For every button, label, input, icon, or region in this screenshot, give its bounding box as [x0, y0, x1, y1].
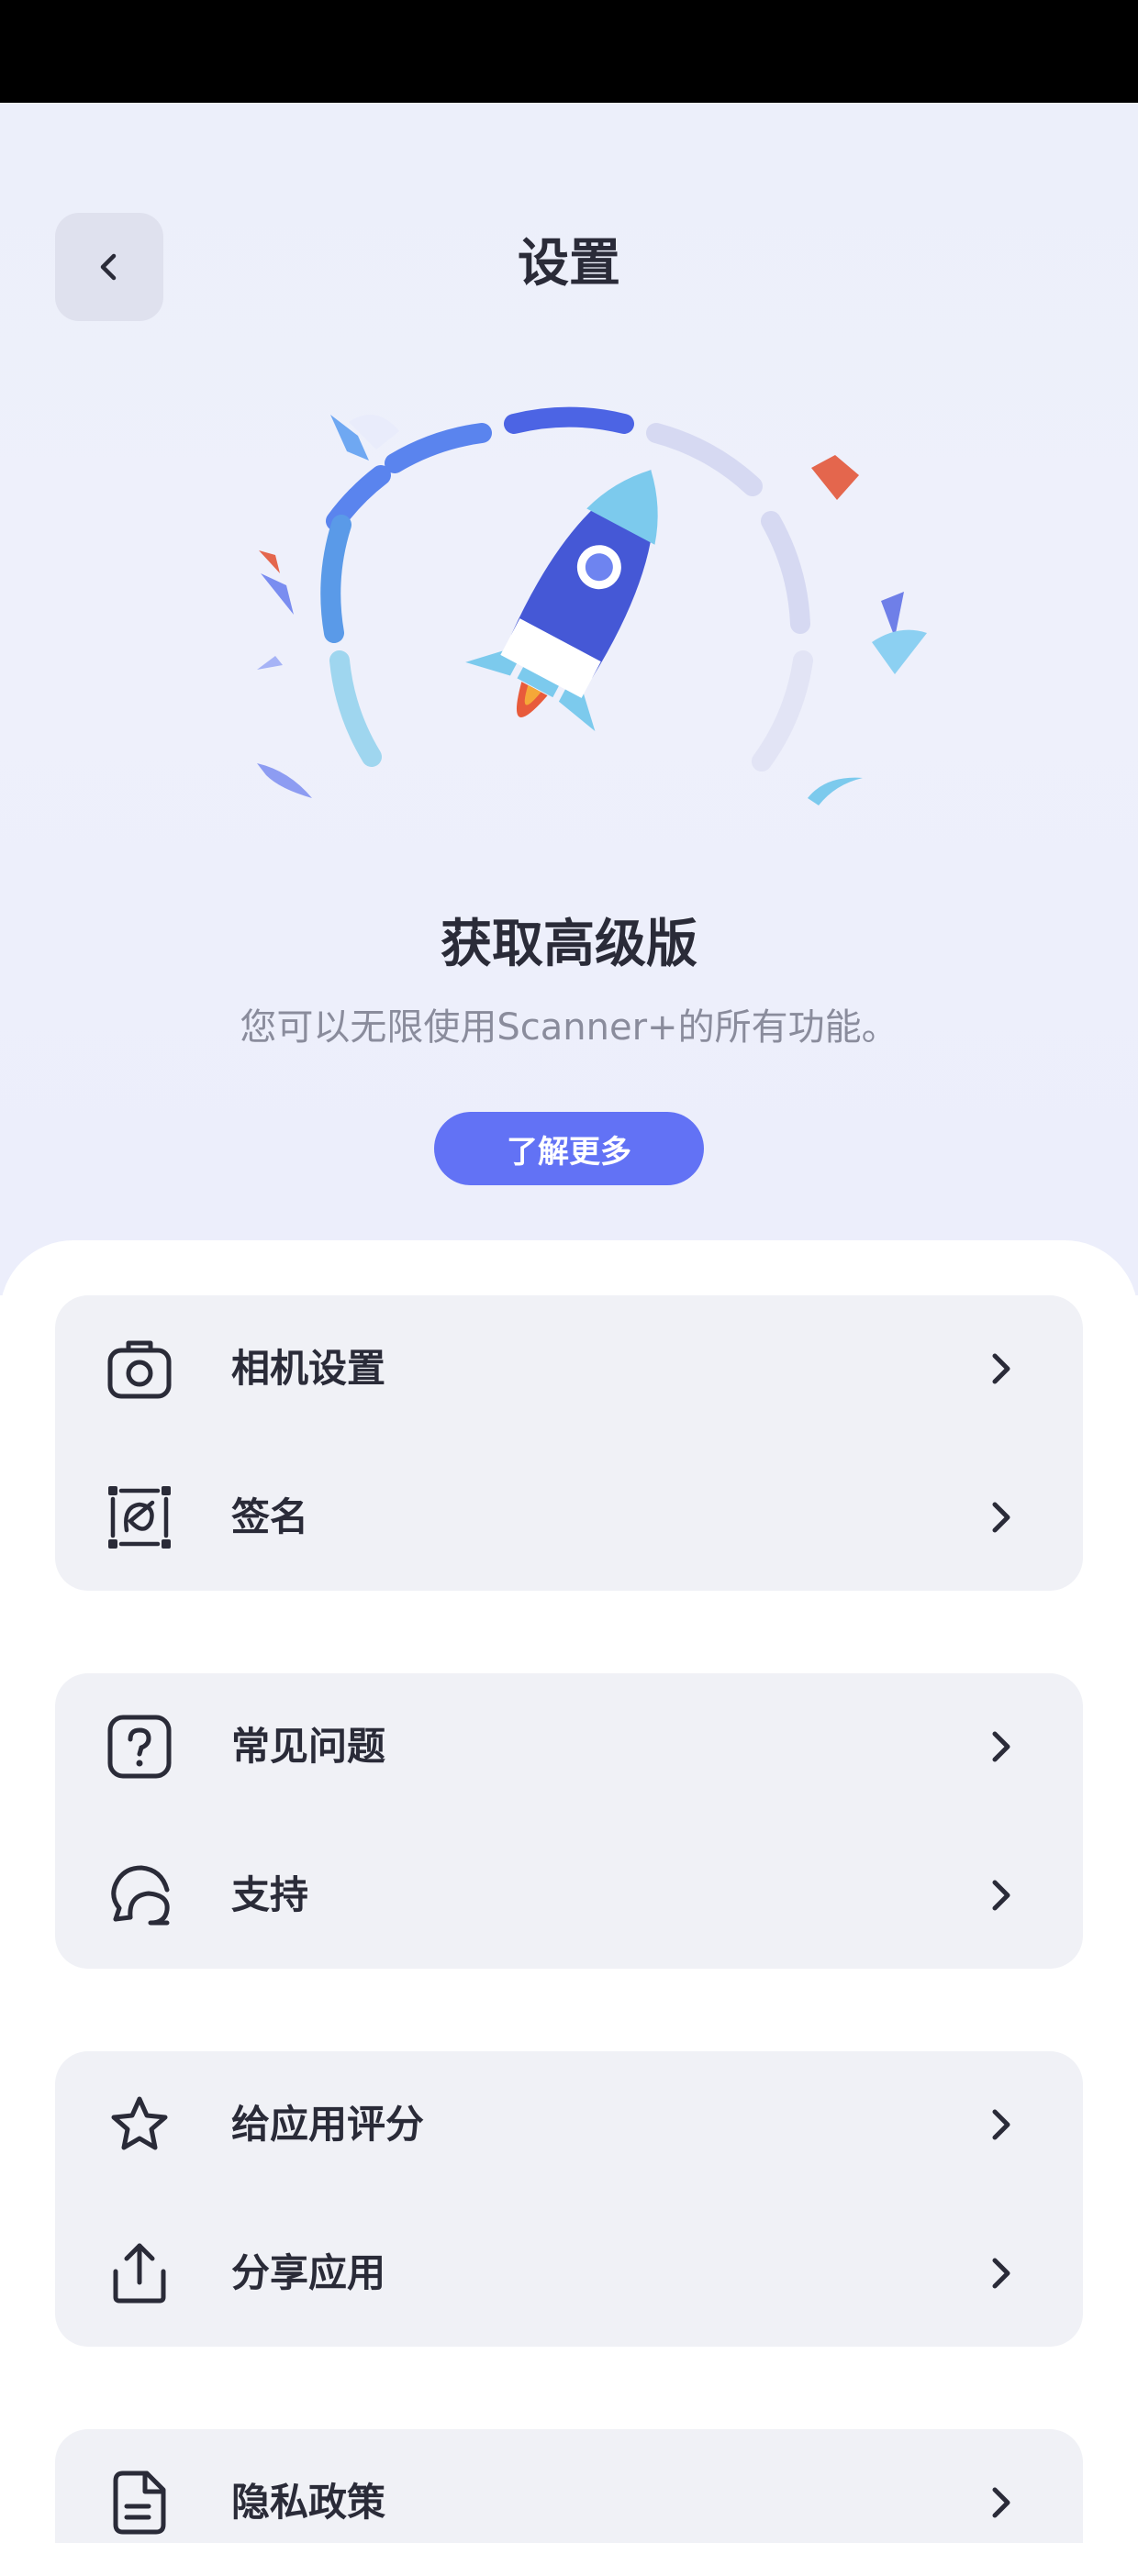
- settings-group: 相机设置 签名: [55, 1295, 1083, 1591]
- settings-group: 隐私政策: [55, 2429, 1083, 2543]
- chat-icon: [111, 1865, 170, 1926]
- star-icon: [111, 2096, 168, 2150]
- settings-item-label: 支持: [231, 1872, 309, 1917]
- share-icon: [113, 2243, 166, 2304]
- promo-subtitle: 您可以无限使用Scanner+的所有功能。: [240, 1006, 898, 1049]
- promo-title: 获取高级版: [441, 915, 697, 974]
- rocket-illustration: [257, 406, 927, 805]
- settings-item-support[interactable]: 支持: [55, 1822, 1083, 1969]
- settings-item-privacy-policy[interactable]: 隐私政策: [55, 2429, 1083, 2576]
- settings-group: 常见问题 支持: [55, 1673, 1083, 1969]
- settings-item-label: 隐私政策: [231, 2480, 386, 2525]
- settings-item-label: 给应用评分: [231, 2102, 425, 2147]
- chevron-right-icon: [992, 1880, 1010, 1911]
- document-icon: [113, 2471, 166, 2535]
- settings-item-rate-app[interactable]: 给应用评分: [55, 2051, 1083, 2198]
- learn-more-button[interactable]: 了解更多: [434, 1112, 704, 1185]
- settings-item-label: 签名: [231, 1494, 309, 1539]
- chevron-right-icon: [992, 2109, 1010, 2140]
- signature-icon: [108, 1486, 171, 1549]
- page-title: 设置: [518, 234, 620, 294]
- question-icon: [107, 1715, 172, 1779]
- settings-item-label: 相机设置: [231, 1346, 386, 1391]
- camera-icon: [107, 1340, 172, 1399]
- settings-item-camera[interactable]: 相机设置: [55, 1295, 1083, 1442]
- settings-item-label: 常见问题: [231, 1724, 386, 1769]
- status-bar: [0, 0, 1138, 103]
- settings-item-label: 分享应用: [231, 2250, 386, 2295]
- chevron-right-icon: [992, 1731, 1010, 1762]
- chevron-right-icon: [992, 1502, 1010, 1533]
- settings-group: 给应用评分 分享应用: [55, 2051, 1083, 2347]
- chevron-right-icon: [992, 2258, 1010, 2289]
- chevron-right-icon: [992, 1353, 1010, 1384]
- settings-item-faq[interactable]: 常见问题: [55, 1673, 1083, 1820]
- chevron-right-icon: [992, 2487, 1010, 2518]
- settings-item-share-app[interactable]: 分享应用: [55, 2200, 1083, 2347]
- settings-item-signature[interactable]: 签名: [55, 1444, 1083, 1591]
